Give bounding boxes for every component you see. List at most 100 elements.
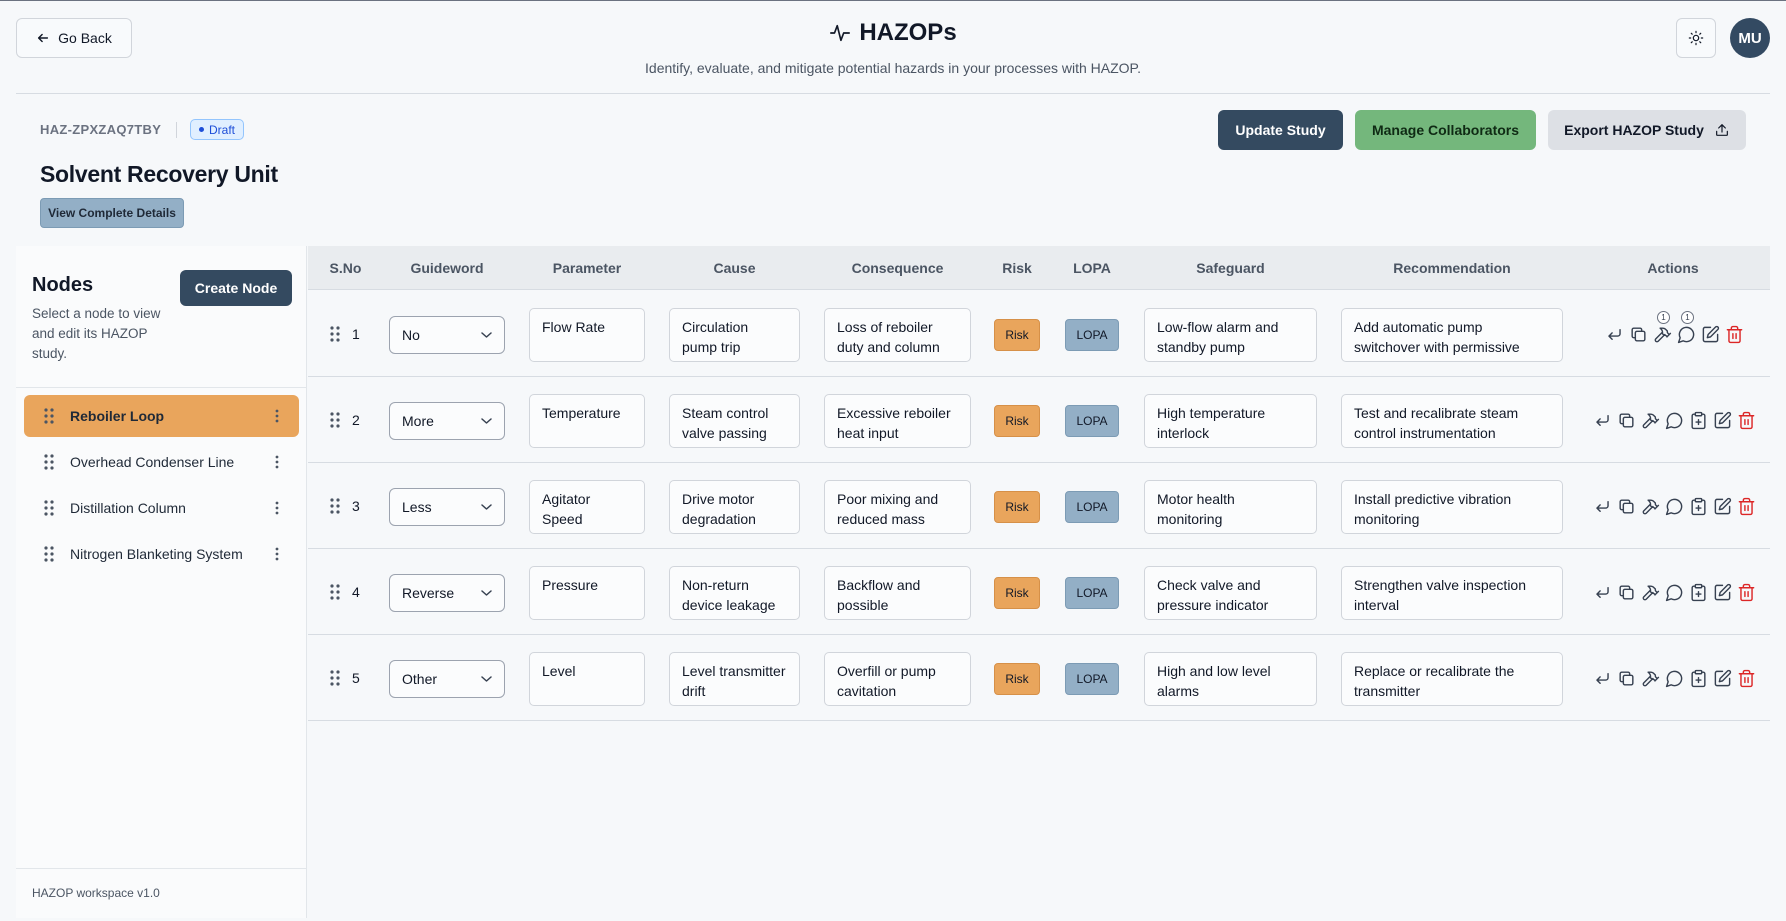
consequence-field[interactable]: Backflow and possible [824,566,971,620]
edit-button[interactable] [1713,669,1732,688]
hammer-icon [1642,413,1660,429]
guideword-select[interactable]: More [389,402,505,440]
hammer-button[interactable] [1641,669,1660,688]
drag-handle-icon[interactable] [44,546,54,562]
safeguard-field[interactable]: High temperature interlock [1144,394,1317,448]
drag-handle-icon[interactable] [44,500,54,516]
comment-button[interactable] [1665,411,1684,430]
create-node-button[interactable]: Create Node [180,270,292,306]
manage-collaborators-button[interactable]: Manage Collaborators [1355,110,1536,150]
parameter-field[interactable]: Agitator Speed [529,480,645,534]
sidebar-node-item[interactable]: Distillation Column [24,487,299,529]
recommendation-field[interactable]: Test and recalibrate steam control instr… [1341,394,1563,448]
copy-button[interactable] [1617,669,1636,688]
consequence-field[interactable]: Poor mixing and reduced mass [824,480,971,534]
drag-handle-icon[interactable] [330,326,340,342]
guideword-select[interactable]: Less [389,488,505,526]
trash-button[interactable] [1737,411,1756,430]
guideword-select[interactable]: Other [389,660,505,698]
risk-button[interactable]: Risk [994,663,1040,695]
view-details-button[interactable]: View Complete Details [40,198,184,228]
risk-button[interactable]: Risk [994,577,1040,609]
parameter-field[interactable]: Temperature [529,394,645,448]
cause-field[interactable]: Drive motor degradation [669,480,800,534]
copy-button[interactable] [1617,411,1636,430]
trash-button[interactable] [1725,325,1744,344]
safeguard-field[interactable]: Motor health monitoring [1144,480,1317,534]
cause-field[interactable]: Circulation pump trip [669,308,800,362]
sidebar-node-item[interactable]: Nitrogen Blanketing System [24,533,299,575]
guideword-select[interactable]: No [389,316,505,354]
drag-handle-icon[interactable] [330,412,340,428]
reply-button[interactable] [1593,411,1612,430]
trash-button[interactable] [1737,497,1756,516]
edit-button[interactable] [1713,583,1732,602]
more-options-icon[interactable] [275,409,279,423]
recommendation-field[interactable]: Strengthen valve inspection interval [1341,566,1563,620]
more-options-icon[interactable] [275,455,279,469]
sidebar-node-item[interactable]: Reboiler Loop [24,395,299,437]
lopa-button[interactable]: LOPA [1065,663,1119,695]
risk-button[interactable]: Risk [994,405,1040,437]
parameter-field[interactable]: Flow Rate [529,308,645,362]
hammer-button[interactable] [1641,583,1660,602]
theme-toggle-button[interactable] [1676,18,1716,58]
drag-handle-icon[interactable] [330,498,340,514]
risk-button[interactable]: Risk [994,319,1040,351]
copy-button[interactable] [1617,497,1636,516]
safeguard-field[interactable]: Check valve and pressure indicator [1144,566,1317,620]
more-options-icon[interactable] [275,547,279,561]
parameter-field[interactable]: Level [529,652,645,706]
comment-button[interactable] [1665,669,1684,688]
export-study-button[interactable]: Export HAZOP Study [1548,110,1746,150]
risk-button[interactable]: Risk [994,491,1040,523]
recommendation-field[interactable]: Add automatic pump switchover with permi… [1341,308,1563,362]
sidebar-node-item[interactable]: Overhead Condenser Line [24,441,299,483]
comment-button[interactable]: 1 [1677,311,1696,344]
cause-field[interactable]: Non-return device leakage [669,566,800,620]
trash-button[interactable] [1737,669,1756,688]
reply-button[interactable] [1593,497,1612,516]
consequence-field[interactable]: Loss of reboiler duty and column [824,308,971,362]
row-actions [1593,411,1756,431]
update-study-button[interactable]: Update Study [1218,110,1343,150]
avatar[interactable]: MU [1730,18,1770,58]
edit-button[interactable] [1701,325,1720,344]
cause-field[interactable]: Steam control valve passing [669,394,800,448]
consequence-field[interactable]: Excessive reboiler heat input [824,394,971,448]
drag-handle-icon[interactable] [44,408,54,424]
guideword-select[interactable]: Reverse [389,574,505,612]
parameter-field[interactable]: Pressure [529,566,645,620]
reply-button[interactable] [1605,325,1624,344]
edit-button[interactable] [1713,411,1732,430]
consequence-field[interactable]: Overfill or pump cavitation [824,652,971,706]
clipboard-plus-button[interactable] [1689,583,1708,602]
cause-field[interactable]: Level transmitter drift [669,652,800,706]
safeguard-field[interactable]: High and low level alarms [1144,652,1317,706]
lopa-button[interactable]: LOPA [1065,405,1119,437]
copy-button[interactable] [1629,325,1648,344]
trash-button[interactable] [1737,583,1756,602]
reply-button[interactable] [1593,583,1612,602]
drag-handle-icon[interactable] [330,584,340,600]
drag-handle-icon[interactable] [44,454,54,470]
clipboard-plus-button[interactable] [1689,669,1708,688]
hammer-button[interactable] [1641,497,1660,516]
clipboard-plus-button[interactable] [1689,411,1708,430]
reply-button[interactable] [1593,669,1612,688]
lopa-button[interactable]: LOPA [1065,577,1119,609]
comment-button[interactable] [1665,583,1684,602]
lopa-button[interactable]: LOPA [1065,319,1119,351]
copy-button[interactable] [1617,583,1636,602]
comment-button[interactable] [1665,497,1684,516]
more-options-icon[interactable] [275,501,279,515]
drag-handle-icon[interactable] [330,670,340,686]
clipboard-plus-button[interactable] [1689,497,1708,516]
hammer-button[interactable]: 1 [1653,311,1672,344]
hammer-button[interactable] [1641,411,1660,430]
recommendation-field[interactable]: Replace or recalibrate the transmitter [1341,652,1563,706]
safeguard-field[interactable]: Low-flow alarm and standby pump [1144,308,1317,362]
recommendation-field[interactable]: Install predictive vibration monitoring [1341,480,1563,534]
lopa-button[interactable]: LOPA [1065,491,1119,523]
edit-button[interactable] [1713,497,1732,516]
